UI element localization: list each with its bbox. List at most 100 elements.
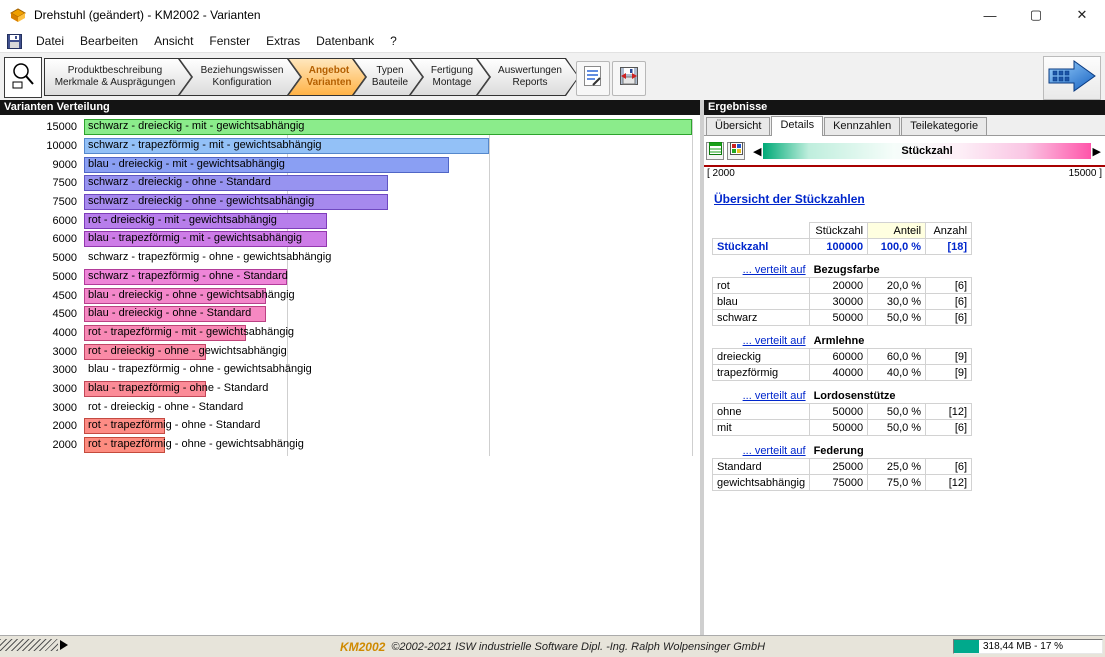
row-value: 6000 — [52, 214, 77, 227]
verteilt-auf-link-bezugsfarbe[interactable]: ... verteilt auf — [713, 262, 810, 278]
group-name-bezugsfarbe: Bezugsfarbe — [813, 263, 880, 276]
row-bar-zone: blau - dreieckig - ohne - Standard — [84, 306, 692, 323]
chart-row: 3000 rot - dreieckig - ohne - Standard — [0, 398, 700, 417]
results-panel: Übersicht Details Kennzahlen Teilekategorie — [704, 115, 1105, 635]
item-label: schwarz — [711, 309, 811, 326]
database-save-button[interactable] — [612, 61, 646, 96]
menu-item-extras[interactable]: Extras — [258, 31, 308, 51]
row-bar-zone: blau - trapezförmig - ohne - gewichtsabh… — [84, 362, 692, 378]
row-label: blau - trapezförmig - ohne - Standard — [88, 381, 269, 394]
tab-line2: Merkmale & Ausprägungen — [54, 77, 176, 88]
group-name-lordosenstütze: Lordosenstütze — [813, 389, 896, 402]
chart-row: 3000 blau - trapezförmig - ohne - gewicht… — [0, 361, 700, 380]
menu-bar: Datei Bearbeiten Ansicht Fenster Extras Daten… — [0, 30, 1105, 53]
slider-right-arrow[interactable]: ▶ — [1091, 145, 1103, 158]
category-colors-button[interactable] — [727, 142, 745, 160]
database-save-icon — [618, 65, 640, 92]
main-toolbar: Produktbeschreibung Merkmale & Ausprägung… — [0, 52, 1105, 101]
row-value: 5000 — [52, 270, 77, 283]
results-tabs: Übersicht Details Kennzahlen Teilekategorie — [704, 115, 1105, 136]
chart-row: 6000 blau - trapezförmig - mit - gewichts… — [0, 230, 700, 249]
row-bar-zone: schwarz - trapezförmig - mit - gewichtsa… — [84, 138, 692, 155]
keypad-arrow-icon — [1047, 58, 1097, 99]
calc-arrow-button[interactable] — [1043, 56, 1101, 100]
row-value: 10000 — [46, 140, 77, 153]
tab-line1: Auswertungen — [498, 65, 562, 76]
slider-left-arrow[interactable]: ◀ — [751, 145, 763, 158]
range-min: [ 2000 — [707, 168, 735, 179]
product-tool-button[interactable] — [4, 57, 42, 98]
maximize-button[interactable]: ▢ — [1013, 0, 1059, 30]
slider-label: Stückzahl — [901, 145, 953, 157]
row-label: rot - trapezförmig - mit - gewichtsabhän… — [88, 325, 295, 338]
overview-link[interactable]: Übersicht der Stückzahlen — [714, 192, 865, 206]
row-label: blau - trapezförmig - mit - gewichtsabhä… — [88, 232, 302, 245]
row-bar-zone: blau - dreieckig - ohne - gewichtsabhäng… — [84, 287, 692, 304]
row-bar-zone: schwarz - dreieckig - mit - gewichtsabhä… — [84, 119, 692, 136]
save-icon[interactable] — [7, 33, 22, 49]
stueckzahl-slider: ◀ Stückzahl ▶ — [751, 143, 1103, 159]
summary-table-button[interactable] — [706, 142, 724, 160]
row-bar-zone: rot - dreieckig - mit - gewichtsabhängig — [84, 212, 692, 229]
menu-item-?[interactable]: ? — [382, 31, 405, 51]
minimize-button[interactable]: — — [967, 0, 1013, 30]
item-share: 40,0 % — [867, 364, 927, 381]
row-bar-zone: schwarz - trapezförmig - ohne - Standard — [84, 268, 692, 285]
menu-item-bearbeiten[interactable]: Bearbeiten — [72, 31, 146, 51]
row-label: blau - dreieckig - ohne - gewichtsabhäng… — [88, 288, 295, 301]
chart-row: 2000 rot - trapezförmig - ohne - Standard — [0, 417, 700, 436]
verteilt-auf-link-armlehne[interactable]: ... verteilt auf — [713, 333, 810, 349]
tab-line1: Beziehungswissen — [200, 65, 284, 76]
tab-details[interactable]: Details — [771, 116, 824, 136]
menu-item-datenbank[interactable]: Datenbank — [308, 31, 382, 51]
row-value: 4500 — [52, 308, 77, 321]
item-label: rot — [711, 277, 811, 294]
table-spacer — [713, 326, 972, 334]
verteilt-auf-link-federung[interactable]: ... verteilt auf — [713, 443, 810, 459]
row-bar-zone: rot - dreieckig - ohne - Standard — [84, 400, 692, 416]
menu-item-fenster[interactable]: Fenster — [201, 31, 258, 51]
item-share: 50,0 % — [867, 419, 927, 436]
report-button[interactable] — [576, 61, 610, 96]
breadcrumb-tabs: Produktbeschreibung Merkmale & Ausprägung… — [44, 58, 579, 96]
verteilt-auf-link-lordosenstütze[interactable]: ... verteilt auf — [713, 388, 810, 404]
toolbar-tab-merkmale-ausprägungen[interactable]: Produktbeschreibung Merkmale & Ausprägung… — [44, 58, 192, 96]
chart-row: 5000 schwarz - trapezförmig - ohne - gewi… — [0, 249, 700, 268]
slider-range: [ 2000 15000 ] — [704, 167, 1105, 180]
toolbar-tab-konfiguration[interactable]: Beziehungswissen Konfiguration — [179, 58, 301, 96]
row-value: 4000 — [52, 326, 77, 339]
tab-kennzahlen[interactable]: Kennzahlen — [824, 117, 901, 135]
chart-row: 7500 schwarz - dreieckig - ohne - Standar… — [0, 174, 700, 193]
copyright-label: ©2002-2021 ISW industrielle Software Dip… — [391, 640, 766, 653]
row-bar-zone: schwarz - trapezförmig - ohne - gewichts… — [84, 250, 692, 266]
row-value: 3000 — [52, 364, 77, 377]
chart-row: 10000 schwarz - trapezförmig - mit - gewi… — [0, 137, 700, 156]
menu-item-datei[interactable]: Datei — [28, 31, 72, 51]
tab-line2: Reports — [512, 77, 548, 88]
tab-übersicht[interactable]: Übersicht — [706, 117, 771, 135]
item-label: blau — [711, 293, 811, 310]
item-label: gewichtsabhängig — [711, 474, 811, 491]
row-bar-zone: rot - trapezförmig - ohne - Standard — [84, 418, 692, 435]
item-share: 20,0 % — [867, 277, 927, 294]
row-label: rot - dreieckig - ohne - gewichtsabhängi… — [88, 344, 287, 357]
item-label: mit — [711, 419, 811, 436]
toolbar-tab-reports[interactable]: Auswertungen Reports — [477, 58, 579, 96]
row-label: schwarz - dreieckig - ohne - Standard — [88, 176, 271, 189]
tab-teilekategorie[interactable]: Teilekategorie — [901, 117, 988, 135]
item-count: [6] — [925, 293, 973, 310]
chart-row: 6000 rot - dreieckig - mit - gewichtsabhä… — [0, 211, 700, 230]
ergebnisse-panel-header: Ergebnisse — [704, 100, 1105, 115]
memory-label: 318,44 MB - 17 % — [983, 641, 1064, 652]
close-button[interactable]: ✕ — [1059, 0, 1105, 30]
col-header-stueckzahl: Stückzahl — [809, 222, 869, 239]
color-grid-icon — [729, 142, 743, 160]
report-icon — [583, 65, 603, 92]
slider-gradient[interactable]: Stückzahl — [763, 143, 1091, 159]
tab-line1: Fertigung — [430, 65, 474, 76]
total-value: 100000 — [809, 238, 869, 255]
row-label: blau - dreieckig - ohne - Standard — [88, 307, 252, 320]
chart-row: 3000 rot - dreieckig - ohne - gewichtsabh… — [0, 342, 700, 361]
menu-item-ansicht[interactable]: Ansicht — [146, 31, 201, 51]
tab-line2: Varianten — [306, 77, 352, 88]
